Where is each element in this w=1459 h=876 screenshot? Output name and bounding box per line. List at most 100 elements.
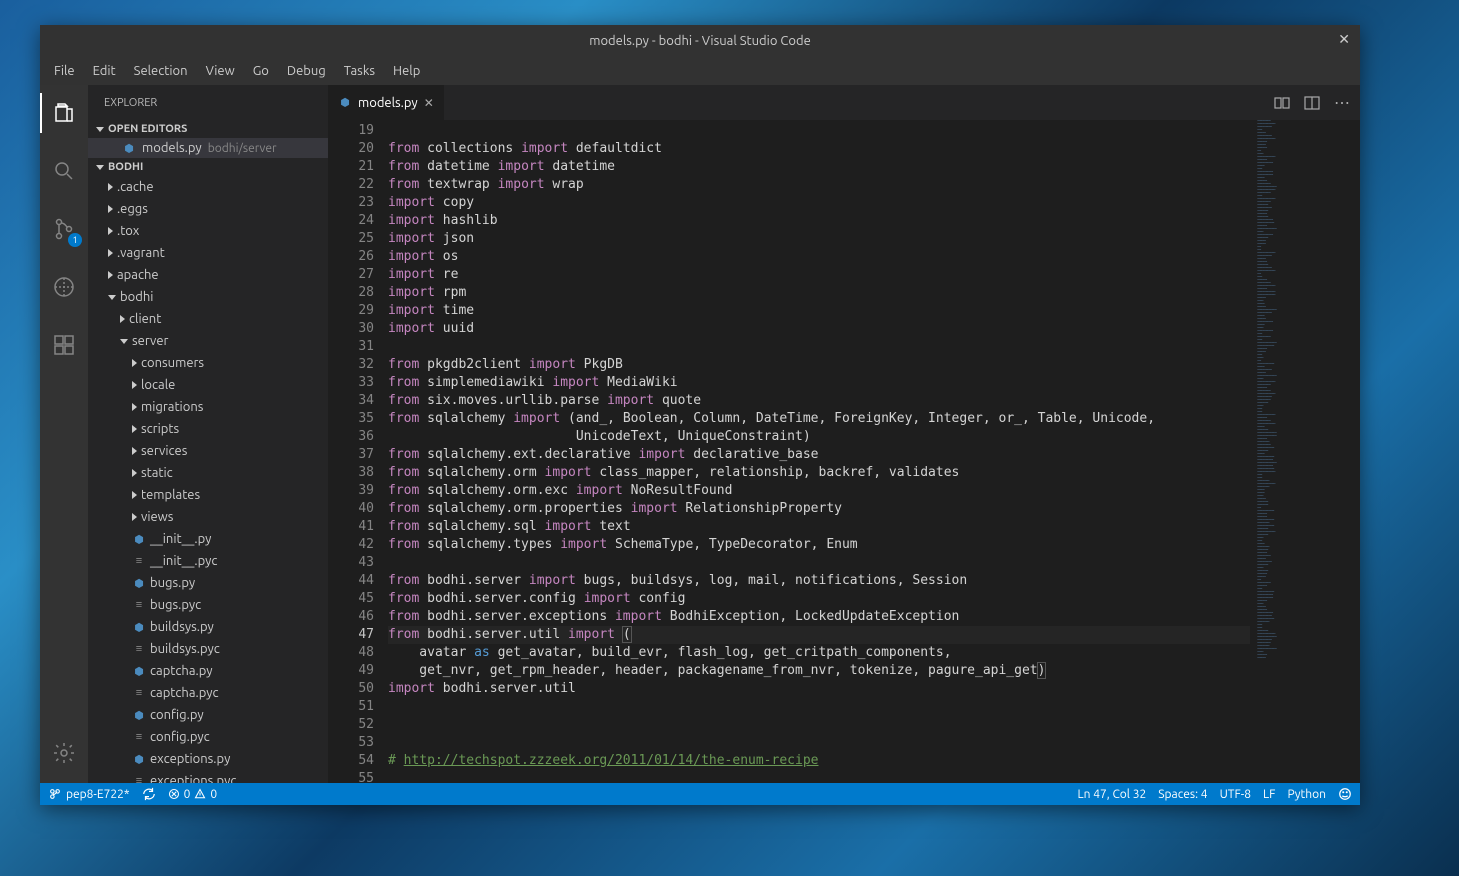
tree-item-config-pyc[interactable]: ≡config.pyc (88, 726, 328, 748)
tree-item-templates[interactable]: templates (88, 484, 328, 506)
vscode-window: models.py - bodhi - Visual Studio Code ✕… (40, 25, 1360, 805)
close-icon[interactable]: ✕ (1338, 31, 1350, 48)
tree-item-server[interactable]: server (88, 330, 328, 352)
minimap[interactable]: ▬▬▬▬▬▬▬▬▬▬▬ ▬▬▬▬▬▬▬▬▬▬▬▬▬▬▬ ▬▬▬▬▬▬▬▬▬▬▬▬… (1250, 120, 1360, 783)
workspace-section[interactable]: bodhi (88, 158, 328, 176)
tree-item-label: static (141, 466, 173, 480)
menu-edit[interactable]: Edit (85, 60, 124, 82)
indentation[interactable]: Spaces: 4 (1158, 788, 1207, 801)
chevron-right-icon (132, 425, 137, 433)
tree-item-label: locale (141, 378, 175, 392)
tree-item-label: migrations (141, 400, 203, 414)
chevron-right-icon (132, 403, 137, 411)
chevron-right-icon (132, 447, 137, 455)
language-mode[interactable]: Python (1287, 788, 1326, 801)
tree-item-label: server (132, 334, 168, 348)
problems-item[interactable]: 0 0 (168, 788, 218, 801)
tab-label: models.py (358, 96, 418, 110)
tree-item-label: buildsys.py (150, 620, 214, 634)
menubar: FileEditSelectionViewGoDebugTasksHelp (40, 57, 1360, 85)
sync-icon[interactable] (142, 787, 156, 801)
split-editor-icon[interactable] (1304, 95, 1320, 111)
open-editors-section[interactable]: Open Editors (88, 120, 328, 138)
gutter: 1920212223242526272829303132333435363738… (328, 120, 388, 783)
scm-icon[interactable]: 1 (40, 209, 88, 249)
activity-bar: 1 (40, 85, 88, 783)
tree-item-buildsys-pyc[interactable]: ≡buildsys.pyc (88, 638, 328, 660)
sidebar: Explorer Open Editors ⬢ models.py bodhi/… (88, 85, 328, 783)
code-editor[interactable]: 1920212223242526272829303132333435363738… (328, 120, 1360, 783)
tree-item-exceptions-pyc[interactable]: ≡ exceptions.pyc (88, 770, 328, 783)
tree-item-captcha-py[interactable]: ⬢ captcha.py (88, 660, 328, 682)
tree-item-views[interactable]: views (88, 506, 328, 528)
tabs-row: ⬢ models.py ✕ ⋯ (328, 85, 1360, 120)
tree-item--cache[interactable]: .cache (88, 176, 328, 198)
branch-item[interactable]: pep8-E722* (48, 787, 130, 801)
code-content[interactable]: from collections import defaultdictfrom … (388, 120, 1250, 783)
feedback-icon[interactable] (1338, 787, 1352, 801)
tree-item-bodhi[interactable]: bodhi (88, 286, 328, 308)
binary-file-icon: ≡ (132, 775, 146, 783)
tree-item-exceptions-py[interactable]: ⬢exceptions.py (88, 748, 328, 770)
window-title: models.py - bodhi - Visual Studio Code (589, 34, 811, 48)
tree-item--vagrant[interactable]: .vagrant (88, 242, 328, 264)
menu-view[interactable]: View (198, 60, 243, 82)
tree-item-locale[interactable]: locale (88, 374, 328, 396)
python-file-icon: ⬢ (122, 142, 136, 155)
chevron-right-icon (108, 205, 113, 213)
menu-tasks[interactable]: Tasks (336, 60, 383, 82)
gear-icon[interactable] (40, 733, 88, 773)
tree-item-label: bugs.py (150, 576, 195, 590)
file-tree: .cache.eggs .tox .vagrant apache bodhiclient… (88, 176, 328, 783)
tab-models-py[interactable]: ⬢ models.py ✕ (328, 85, 445, 120)
branch-name: pep8-E722* (66, 788, 130, 801)
tree-item---init---pyc[interactable]: ≡__init__.pyc (88, 550, 328, 572)
python-file-icon: ⬢ (132, 753, 146, 766)
tree-item-services[interactable]: services (88, 440, 328, 462)
more-icon[interactable]: ⋯ (1334, 93, 1350, 112)
tree-item-migrations[interactable]: migrations (88, 396, 328, 418)
tree-item-label: .tox (117, 224, 139, 238)
extensions-icon[interactable] (40, 325, 88, 365)
tree-item-label: apache (117, 268, 159, 282)
tree-item-apache[interactable]: apache (88, 264, 328, 286)
tree-item-label: scripts (141, 422, 179, 436)
binary-file-icon: ≡ (132, 643, 146, 655)
tree-item--tox[interactable]: .tox (88, 220, 328, 242)
compare-icon[interactable] (1274, 95, 1290, 111)
eol[interactable]: LF (1263, 788, 1275, 801)
tree-item-scripts[interactable]: scripts (88, 418, 328, 440)
tree-item---init---py[interactable]: ⬢__init__.py (88, 528, 328, 550)
menu-help[interactable]: Help (385, 60, 428, 82)
open-file-item[interactable]: ⬢ models.py bodhi/server (88, 138, 328, 158)
binary-file-icon: ≡ (132, 731, 146, 743)
debug-icon[interactable] (40, 267, 88, 307)
tree-item-buildsys-py[interactable]: ⬢buildsys.py (88, 616, 328, 638)
tree-item-consumers[interactable]: consumers (88, 352, 328, 374)
editor-area: ⬢ models.py ✕ ⋯ 192021222324252627282930… (328, 85, 1360, 783)
tree-item-config-py[interactable]: ⬢config.py (88, 704, 328, 726)
binary-file-icon: ≡ (132, 599, 146, 611)
tree-item-bugs-py[interactable]: ⬢bugs.py (88, 572, 328, 594)
python-file-icon: ⬢ (338, 96, 352, 109)
tree-item-label: captcha.py (150, 664, 213, 678)
menu-selection[interactable]: Selection (126, 60, 196, 82)
search-icon[interactable] (40, 151, 88, 191)
menu-debug[interactable]: Debug (279, 60, 334, 82)
tree-item-label: exceptions.pyc (150, 774, 236, 783)
encoding[interactable]: UTF-8 (1220, 788, 1251, 801)
tree-item--eggs[interactable]: .eggs (88, 198, 328, 220)
python-file-icon: ⬢ (132, 665, 146, 678)
tree-item-static[interactable]: static (88, 462, 328, 484)
tree-item-label: config.py (150, 708, 204, 722)
explorer-icon[interactable] (40, 93, 88, 133)
tree-item-client[interactable]: client (88, 308, 328, 330)
tree-item-bugs-pyc[interactable]: ≡bugs.pyc (88, 594, 328, 616)
menu-file[interactable]: File (46, 60, 83, 82)
tree-item-captcha-pyc[interactable]: ≡captcha.pyc (88, 682, 328, 704)
tree-item-label: views (141, 510, 173, 524)
menu-go[interactable]: Go (245, 60, 277, 82)
tree-item-label: templates (141, 488, 200, 502)
cursor-position[interactable]: Ln 47, Col 32 (1078, 788, 1147, 801)
close-icon[interactable]: ✕ (424, 96, 434, 110)
